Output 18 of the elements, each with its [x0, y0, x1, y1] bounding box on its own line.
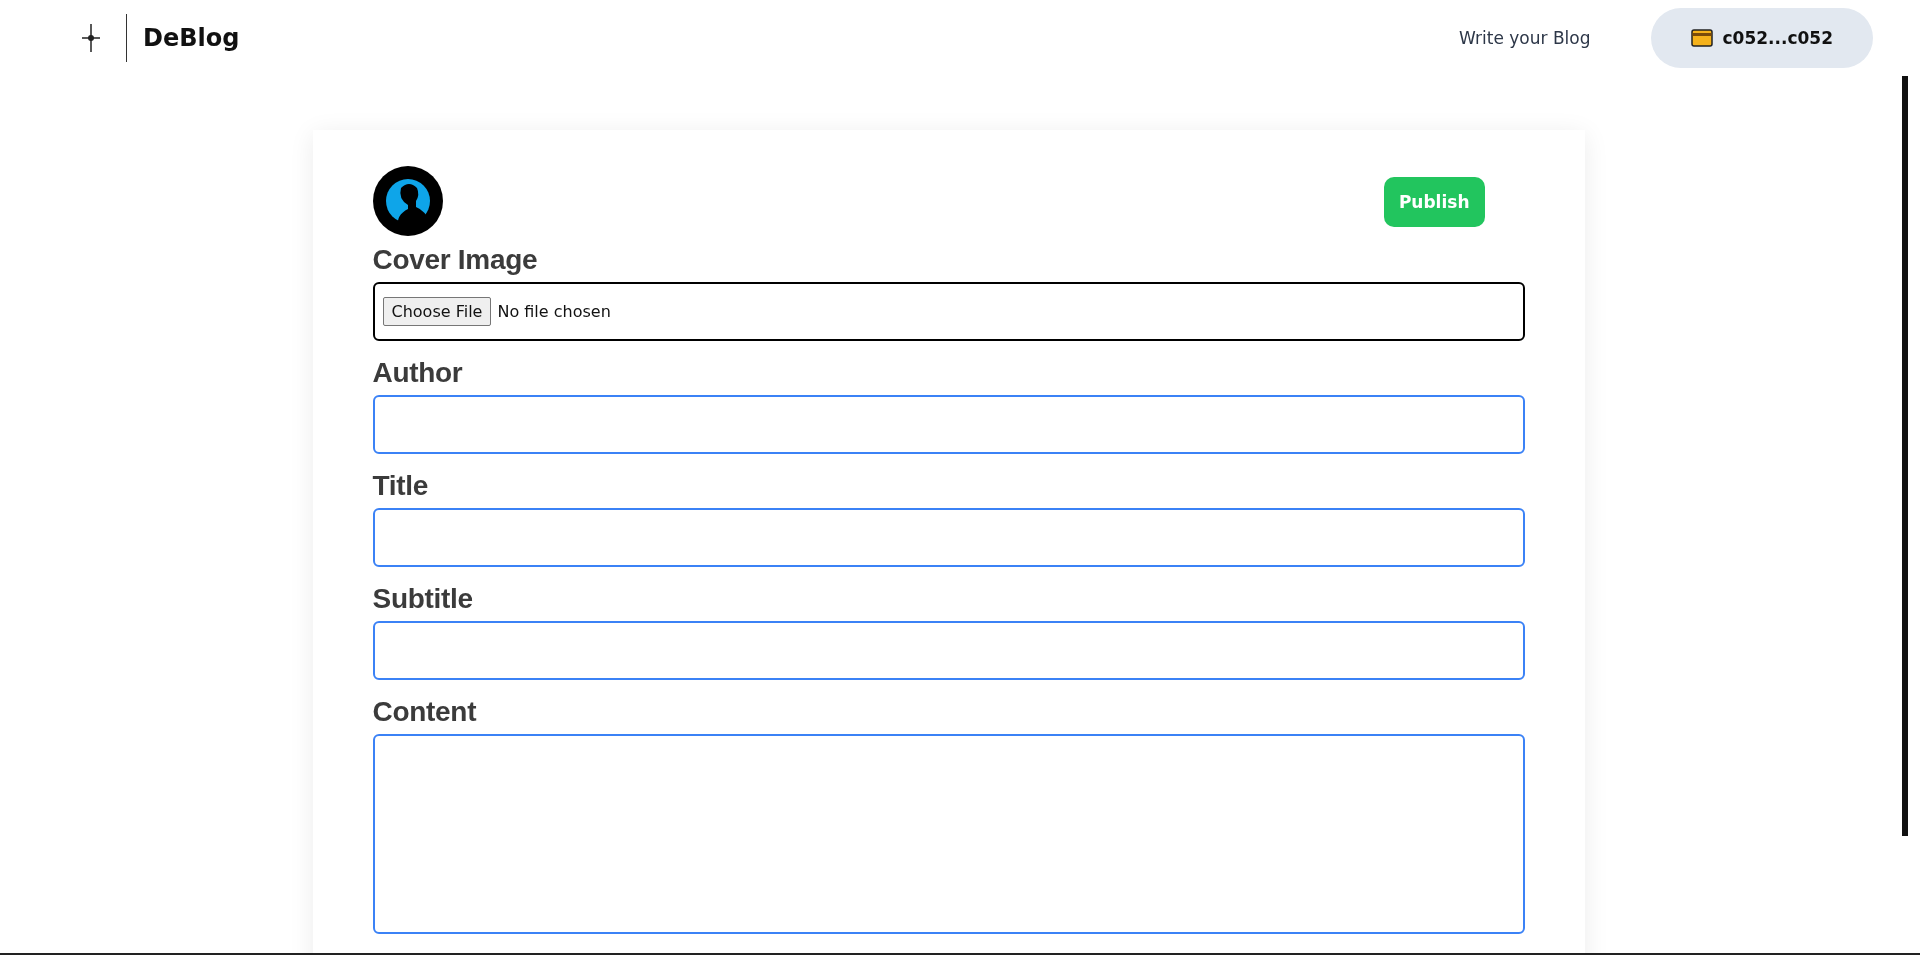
text-input[interactable] [372, 621, 1525, 680]
content-textarea[interactable] [372, 734, 1525, 934]
wallet-button[interactable]: c052...c052 [1650, 8, 1873, 68]
text-input[interactable] [372, 508, 1525, 567]
choose-file-button[interactable]: Choose File [382, 297, 492, 326]
text-input[interactable] [372, 395, 1525, 454]
write-blog-link[interactable]: Write your Blog [1459, 28, 1591, 48]
file-status: No file chosen [497, 302, 611, 321]
avatar-icon [372, 166, 443, 236]
field-label: Author [372, 357, 464, 389]
field-label: Title [372, 470, 430, 502]
field-label: Content [372, 696, 478, 728]
file-input[interactable]: Choose File No file chosen [372, 282, 1525, 341]
field-label: Cover Image [372, 244, 539, 276]
brand-name: DeBlog [143, 24, 240, 52]
credit-card-icon [1690, 29, 1713, 47]
scrollbar[interactable] [1902, 76, 1908, 836]
field-label: Subtitle [372, 583, 474, 615]
